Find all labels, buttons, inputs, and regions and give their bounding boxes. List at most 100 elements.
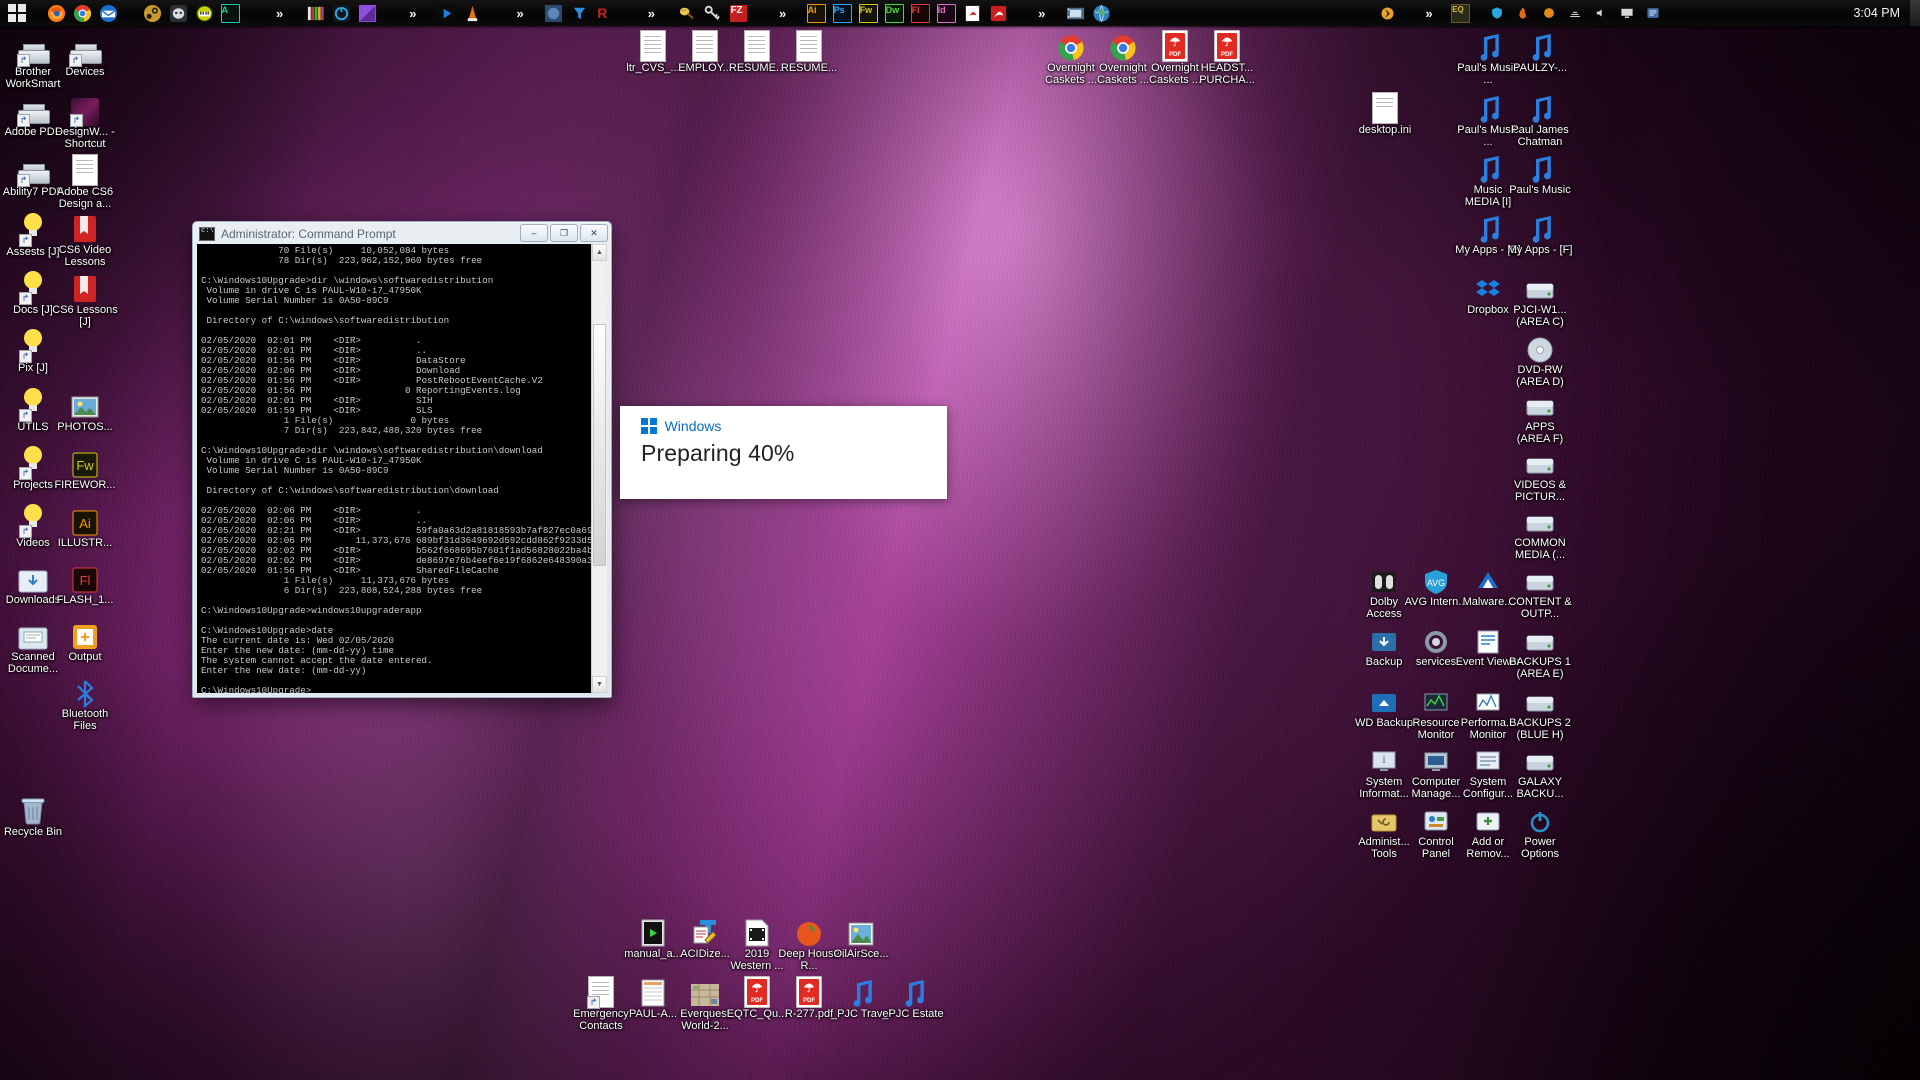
desktop-icon-pauls-music-3[interactable]: Paul's Music [1507, 148, 1573, 197]
taskbar-item-dreamweaver[interactable]: Dw [881, 1, 907, 25]
desktop-icon-devices[interactable]: ↱ Devices [52, 30, 118, 79]
taskbar-item-vlc[interactable] [459, 1, 485, 25]
tray-item-volume[interactable] [1588, 1, 1614, 25]
tray-item-eq[interactable]: EQ [1448, 1, 1474, 25]
tray-item-half-life[interactable] [1374, 1, 1400, 25]
power-options-icon [1530, 812, 1550, 833]
taskbar-item-media-player[interactable] [433, 1, 459, 25]
tray-item-flame[interactable] [1510, 1, 1536, 25]
desktop-icon-power-options[interactable]: Power Options [1507, 800, 1573, 860]
desktop-icon-fireworks[interactable]: Fw FIREWOR... [52, 443, 118, 492]
tray-overflow-chevron[interactable]: » [1422, 7, 1435, 20]
desktop-icon-my-apps-f[interactable]: My Apps - [F] [1507, 208, 1573, 257]
taskbar-item-piano[interactable] [191, 1, 217, 25]
desktop-icon-desktop-ini[interactable]: desktop.ini [1352, 88, 1418, 137]
taskbar-item-flash[interactable]: Fl [907, 1, 933, 25]
minimize-button[interactable]: – [520, 224, 548, 242]
spreadsheet-icon [641, 979, 665, 1007]
taskbar-overflow-chevron-6[interactable]: » [1035, 7, 1048, 20]
desktop-icon-resume-2[interactable]: RESUME... [776, 26, 842, 75]
desktop-icon-flash[interactable]: Fl FLASH_1... [52, 558, 118, 607]
taskbar-overflow-chevron-1[interactable]: » [273, 7, 286, 20]
desktop-icon-videos-pictures[interactable]: VIDEOS & PICTUR... [1507, 443, 1573, 503]
scroll-up-button[interactable]: ▲ [592, 244, 607, 261]
desktop-icon-dvd-rw-area-d[interactable]: DVD-RW (AREA D) [1507, 328, 1573, 388]
taskbar-item-fireworks[interactable]: Fw [855, 1, 881, 25]
taskbar-item-globe[interactable] [1088, 1, 1114, 25]
system-clock[interactable]: 3:04 PM [1853, 6, 1910, 20]
desktop-icon-paul-james-chatman[interactable]: Paul James Chatman [1507, 88, 1573, 148]
taskbar-item-mail[interactable] [95, 1, 121, 25]
taskbar-overflow-chevron-2[interactable]: » [406, 7, 419, 20]
desktop-icon-cs6-video-lessons[interactable]: CS6 Video Lessons [52, 208, 118, 268]
desktop-icon-label: Devices [65, 66, 105, 78]
taskbar-overflow-chevron-5[interactable]: » [776, 7, 789, 20]
desktop-icon-recycle-bin[interactable]: Recycle Bin [0, 790, 66, 839]
tray-item-network[interactable] [1562, 1, 1588, 25]
maximize-button[interactable]: ❐ [550, 224, 578, 242]
show-desktop-button[interactable] [1910, 0, 1920, 26]
taskbar-item-indesign[interactable]: Id [933, 1, 959, 25]
desktop-icon-common-media[interactable]: COMMON MEDIA (... [1507, 501, 1573, 561]
taskbar-item-compass[interactable] [541, 1, 567, 25]
taskbar-item-filter[interactable] [567, 1, 593, 25]
desktop-icon-cs6-lessons-j[interactable]: CS6 Lessons [J] [52, 268, 118, 328]
start-button[interactable] [0, 1, 34, 25]
desktop-icon-designw-shortcut[interactable]: ↱ DesignW... - Shortcut [52, 90, 118, 150]
tray-item-shield[interactable] [1484, 1, 1510, 25]
scroll-down-button[interactable]: ▼ [592, 676, 607, 693]
taskbar-item-film[interactable] [1062, 1, 1088, 25]
console-scrollbar[interactable]: ▲ ▼ [591, 244, 607, 693]
taskbar-item-recordpad[interactable]: R [593, 1, 619, 25]
desktop-icon-backups2-blue-h[interactable]: BACKUPS 2 (BLUE H) [1507, 681, 1573, 741]
tray-item-utility[interactable] [1640, 1, 1666, 25]
photoshop-badge-icon: Ps [832, 3, 852, 23]
taskbar-overflow-chevron-4[interactable]: » [645, 7, 658, 20]
desktop-icon-galaxy-backup[interactable]: GALAXY BACKU... [1507, 740, 1573, 800]
taskbar-item-library[interactable] [302, 1, 328, 25]
command-prompt-titlebar[interactable]: Administrator: Command Prompt – ❐ ✕ [193, 222, 611, 244]
desktop-icon-headstone-purchase[interactable]: ☂ PDF HEADST... PURCHA... [1194, 26, 1260, 86]
taskbar-item-paint[interactable] [674, 1, 700, 25]
desktop-icon-label: FIREWOR... [54, 479, 116, 491]
taskbar-overflow-chevron-3[interactable]: » [513, 7, 526, 20]
svg-text:Ai: Ai [79, 516, 91, 531]
desktop-icon-apps-area-f[interactable]: APPS (AREA F) [1507, 385, 1573, 445]
taskbar-item-steam[interactable] [139, 1, 165, 25]
taskbar-item-power[interactable] [328, 1, 354, 25]
command-prompt-window[interactable]: Administrator: Command Prompt – ❐ ✕ 70 F… [192, 221, 612, 698]
drive-icon [1526, 400, 1554, 416]
desktop-icon-output[interactable]: Output [52, 615, 118, 664]
taskbar-item-ability[interactable]: A [217, 1, 243, 25]
desktop-icon-adobe-cs6-design[interactable]: Adobe CS6 Design a... [52, 150, 118, 210]
desktop-icon-paulzy[interactable]: PAULZY-... [1507, 26, 1573, 75]
desktop-icon-illustrator[interactable]: Ai ILLUSTR... [52, 501, 118, 550]
desktop-icon-pjc-estate[interactable]: _PJC Estate [880, 972, 946, 1021]
taskbar-item-keys[interactable] [700, 1, 726, 25]
taskbar-item-acrobat[interactable] [985, 1, 1011, 25]
desktop-icon-content-output[interactable]: CONTENT & OUTP... [1507, 560, 1573, 620]
desktop-icon-backups1-area-e[interactable]: BACKUPS 1 (AREA E) [1507, 620, 1573, 680]
svg-text:i: i [1382, 754, 1385, 766]
tray-item-orange[interactable] [1536, 1, 1562, 25]
desktop-icon-oilairsce[interactable]: OilAirSce... [828, 912, 894, 961]
desktop-icon-label: CONTENT & OUTP... [1508, 596, 1572, 620]
close-button[interactable]: ✕ [580, 224, 608, 242]
taskbar-item-illustrator[interactable]: Ai [803, 1, 829, 25]
desktop-icon-bluetooth-files[interactable]: Bluetooth Files [52, 672, 118, 732]
shortcut-arrow-icon: ↱ [17, 174, 30, 187]
taskbar-item-acrobat-distiller[interactable] [959, 1, 985, 25]
desktop-icon-photos[interactable]: PHOTOS... [52, 385, 118, 434]
dropbox-icon [1476, 280, 1500, 296]
taskbar-item-purple-app[interactable] [354, 1, 380, 25]
desktop-icon-pjci-w1-area-c[interactable]: PJCI-W1... (AREA C) [1507, 268, 1573, 328]
scrollbar-thumb[interactable] [593, 324, 606, 566]
taskbar-item-filezilla[interactable]: FZ [726, 1, 752, 25]
taskbar-item-discord[interactable] [165, 1, 191, 25]
taskbar-item-firefox[interactable] [43, 1, 69, 25]
taskbar-item-chrome[interactable] [69, 1, 95, 25]
tray-item-monitor[interactable] [1614, 1, 1640, 25]
taskbar-item-photoshop[interactable]: Ps [829, 1, 855, 25]
console-output[interactable]: 70 File(s) 10,052,084 bytes 78 Dir(s) 22… [197, 244, 591, 694]
desktop-icon-pix-j[interactable]: ↱ Pix [J] [0, 326, 66, 375]
